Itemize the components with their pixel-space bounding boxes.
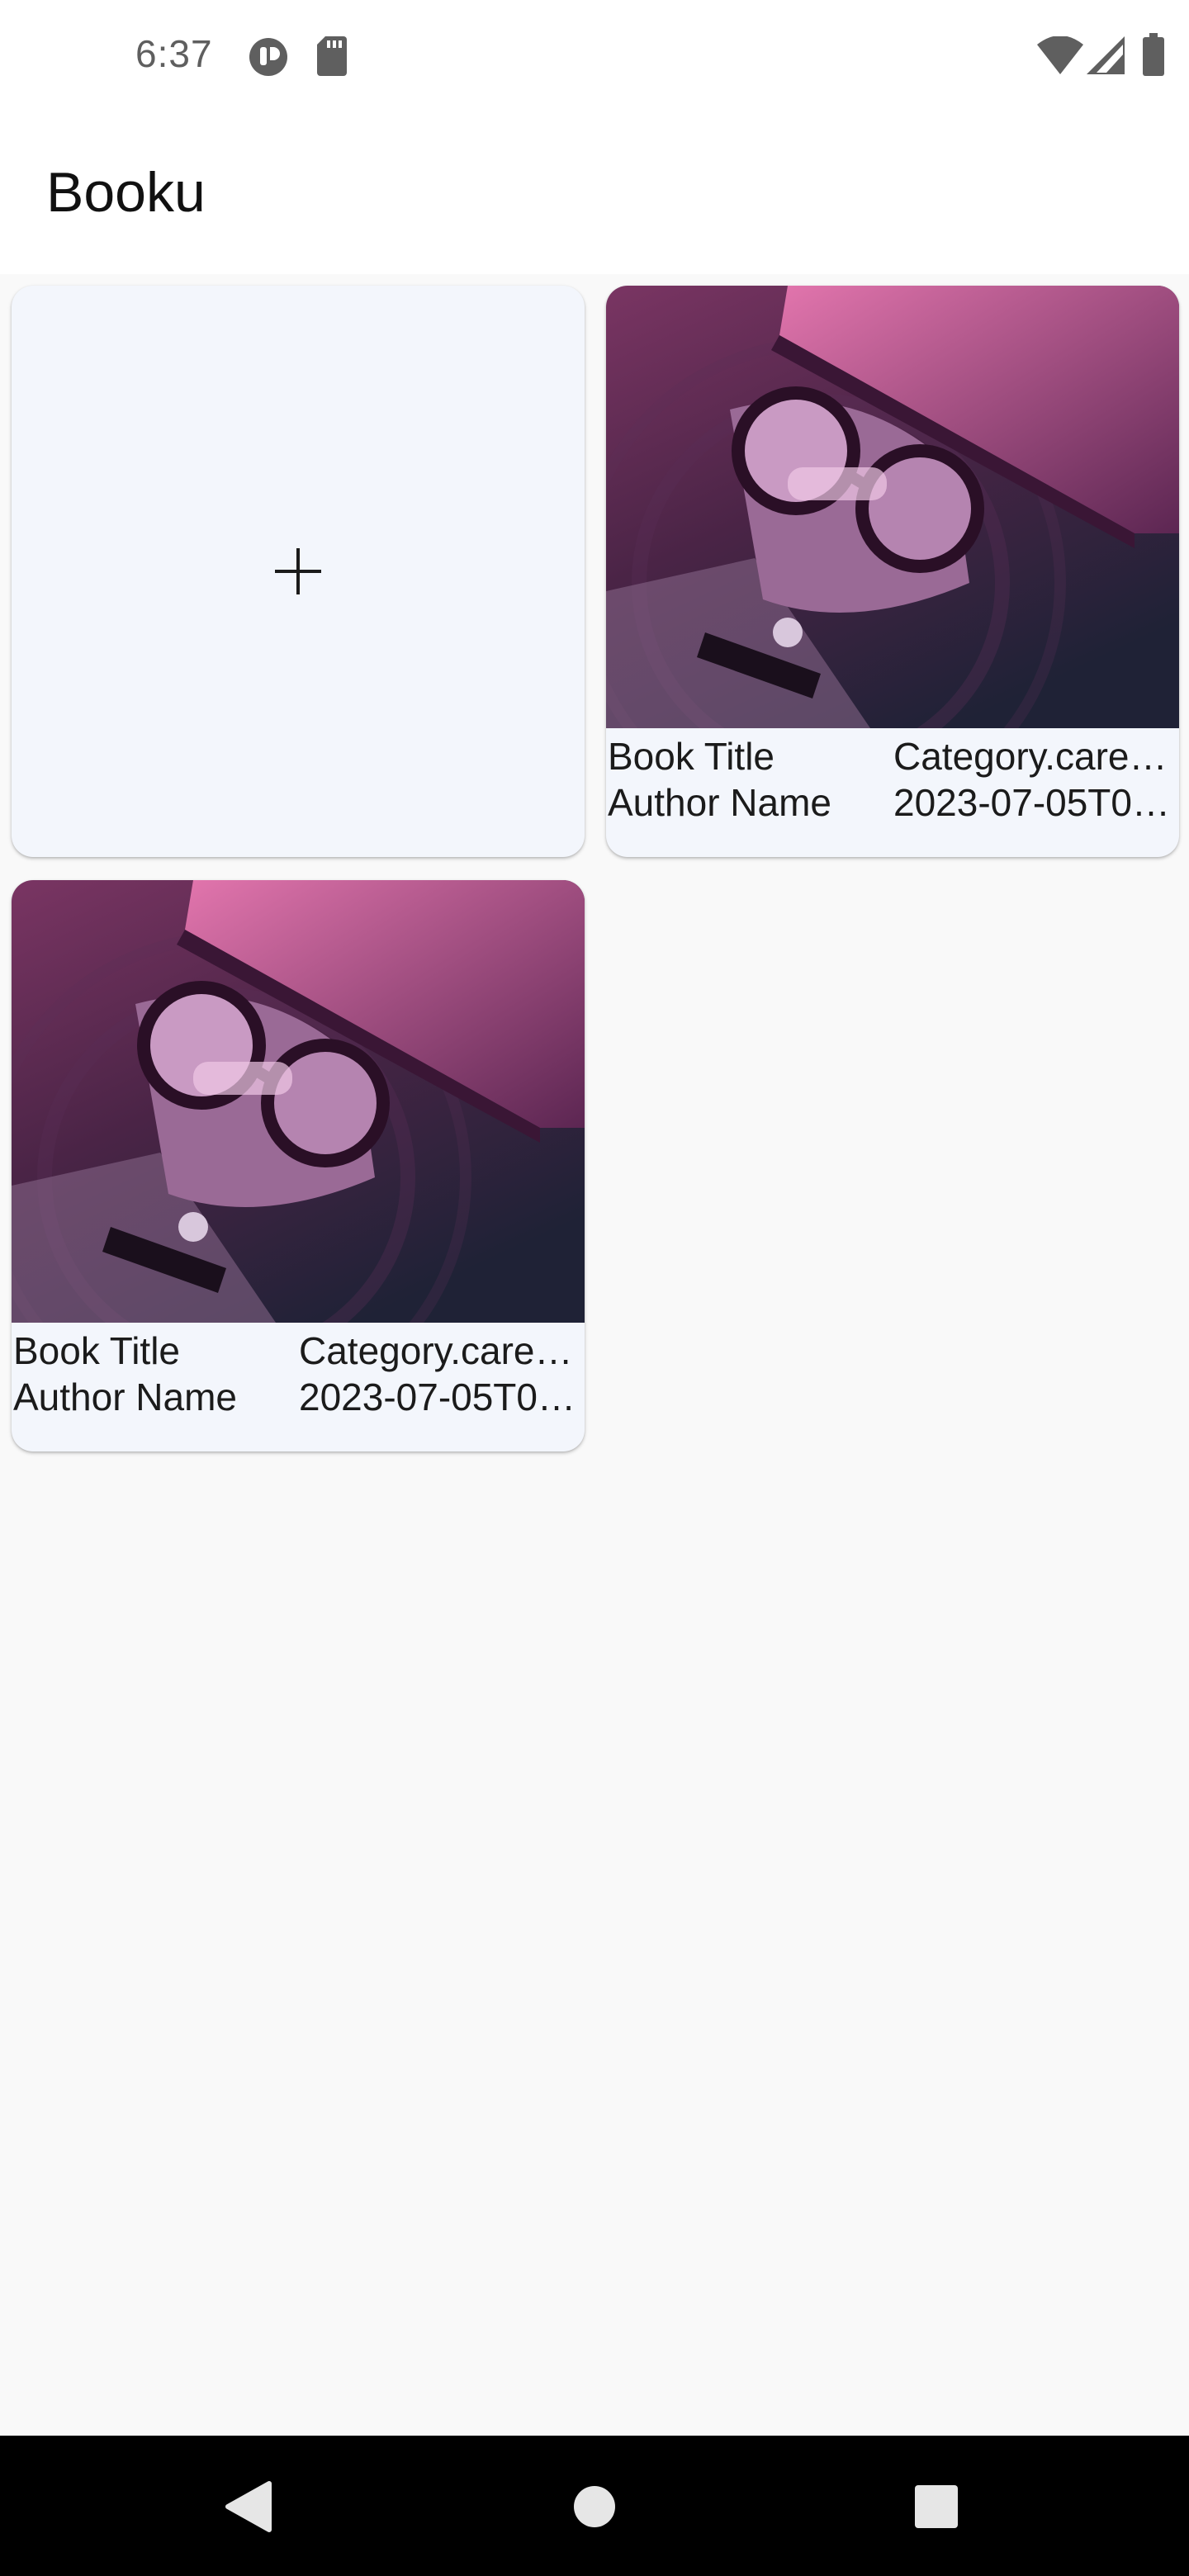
book-card[interactable]: Book Title Category.care… Author Name 20… — [606, 286, 1179, 857]
book-cover-image — [606, 286, 1179, 728]
book-title: Book Title — [13, 1329, 180, 1372]
sd-card-icon — [317, 36, 347, 76]
book-date: 2023-07-05T0… — [893, 781, 1170, 824]
book-meta: Book Title Category.care… Author Name 20… — [606, 728, 1179, 857]
book-category: Category.care… — [893, 735, 1168, 778]
book-category: Category.care… — [299, 1329, 573, 1372]
book-title: Book Title — [608, 735, 775, 778]
book-meta: Book Title Category.care… Author Name 20… — [12, 1323, 585, 1451]
recents-icon[interactable] — [915, 2485, 958, 2528]
status-time: 6:37 — [135, 32, 213, 75]
wifi-icon — [1037, 36, 1083, 74]
podcast-icon — [249, 38, 287, 76]
navigation-bar — [0, 2436, 1189, 2576]
book-author: Author Name — [608, 781, 832, 824]
app-bar: Booku — [0, 112, 1189, 274]
cellular-signal-icon — [1087, 36, 1125, 74]
book-card[interactable]: Book Title Category.care… Author Name 20… — [12, 880, 585, 1451]
book-cover-image — [12, 880, 585, 1323]
plus-icon — [275, 548, 321, 594]
back-icon[interactable] — [223, 2480, 272, 2533]
app-title: Booku — [46, 161, 206, 224]
add-book-card[interactable] — [12, 286, 585, 857]
home-icon[interactable] — [573, 2485, 616, 2528]
status-bar: 6:37 — [0, 0, 1189, 112]
book-date: 2023-07-05T0… — [299, 1376, 576, 1418]
book-author: Author Name — [13, 1376, 238, 1418]
battery-icon — [1143, 33, 1164, 76]
